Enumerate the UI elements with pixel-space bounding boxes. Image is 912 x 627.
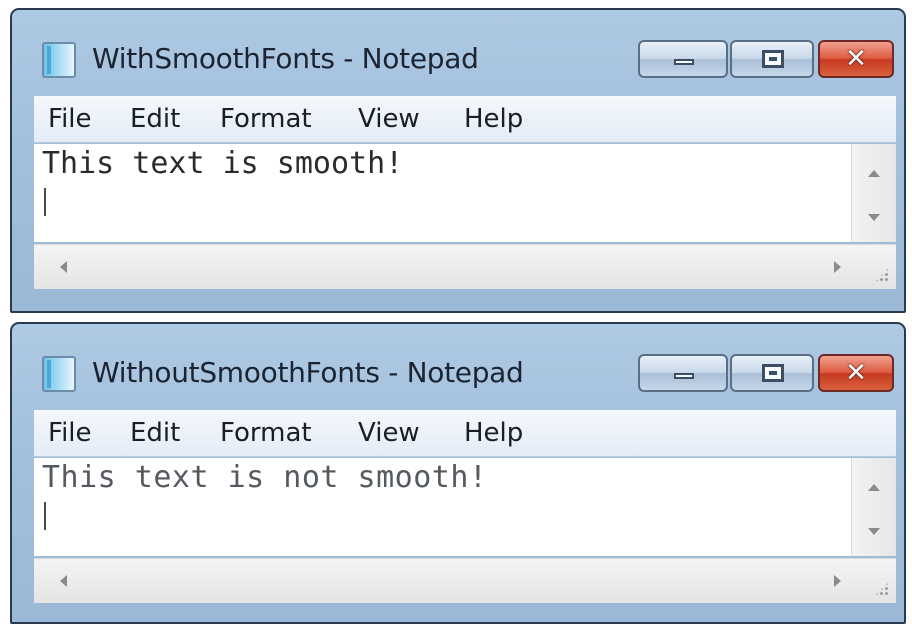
- notepad-icon[interactable]: [42, 356, 76, 392]
- scroll-up-icon[interactable]: [868, 484, 880, 491]
- minimize-icon: [674, 373, 694, 379]
- text-editor[interactable]: This text is not smooth!: [34, 458, 896, 556]
- maximize-button[interactable]: [730, 354, 814, 392]
- maximize-icon: [762, 50, 784, 68]
- close-button[interactable]: ✕: [818, 354, 894, 392]
- window-title: WithSmoothFonts - Notepad: [92, 42, 479, 75]
- size-grip-icon[interactable]: [874, 581, 890, 597]
- editor-content[interactable]: This text is not smooth!: [42, 460, 487, 495]
- menu-format[interactable]: Format: [220, 418, 312, 448]
- title-bar[interactable]: WithSmoothFonts - Notepad ✕: [12, 10, 904, 94]
- scroll-down-icon[interactable]: [868, 528, 880, 535]
- vertical-scrollbar[interactable]: [851, 458, 896, 556]
- menu-view[interactable]: View: [358, 418, 420, 448]
- maximize-icon: [762, 364, 784, 382]
- scroll-left-icon[interactable]: [54, 575, 67, 587]
- menu-bar: File Edit Format View Help: [34, 96, 896, 143]
- notepad-window-smooth: WithSmoothFonts - Notepad ✕ File Edit Fo…: [10, 8, 906, 313]
- menu-file[interactable]: File: [48, 418, 92, 448]
- window-title: WithoutSmoothFonts - Notepad: [92, 356, 524, 389]
- scroll-right-icon[interactable]: [834, 575, 847, 587]
- scroll-left-icon[interactable]: [54, 261, 67, 273]
- menu-view[interactable]: View: [358, 104, 420, 134]
- editor-content[interactable]: This text is smooth!: [42, 146, 403, 181]
- text-editor[interactable]: This text is smooth!: [34, 144, 896, 242]
- menu-file[interactable]: File: [48, 104, 92, 134]
- close-button[interactable]: ✕: [818, 40, 894, 78]
- title-bar[interactable]: WithoutSmoothFonts - Notepad ✕: [12, 324, 904, 408]
- notepad-window-not-smooth: WithoutSmoothFonts - Notepad ✕ File Edit…: [10, 322, 906, 624]
- horizontal-scrollbar[interactable]: [34, 244, 896, 289]
- menu-format[interactable]: Format: [220, 104, 312, 134]
- horizontal-scrollbar[interactable]: [34, 558, 896, 603]
- text-caret: [44, 502, 46, 530]
- text-caret: [44, 188, 46, 216]
- notepad-icon[interactable]: [42, 42, 76, 78]
- scroll-right-icon[interactable]: [834, 261, 847, 273]
- close-icon: ✕: [845, 358, 867, 388]
- menu-help[interactable]: Help: [464, 418, 523, 448]
- minimize-button[interactable]: [638, 354, 728, 392]
- maximize-button[interactable]: [730, 40, 814, 78]
- menu-edit[interactable]: Edit: [130, 104, 180, 134]
- menu-edit[interactable]: Edit: [130, 418, 180, 448]
- vertical-scrollbar[interactable]: [851, 144, 896, 242]
- menu-help[interactable]: Help: [464, 104, 523, 134]
- size-grip-icon[interactable]: [874, 267, 890, 283]
- scroll-down-icon[interactable]: [868, 214, 880, 221]
- menu-bar: File Edit Format View Help: [34, 410, 896, 457]
- scroll-up-icon[interactable]: [868, 170, 880, 177]
- minimize-icon: [674, 59, 694, 65]
- minimize-button[interactable]: [638, 40, 728, 78]
- close-icon: ✕: [845, 44, 867, 74]
